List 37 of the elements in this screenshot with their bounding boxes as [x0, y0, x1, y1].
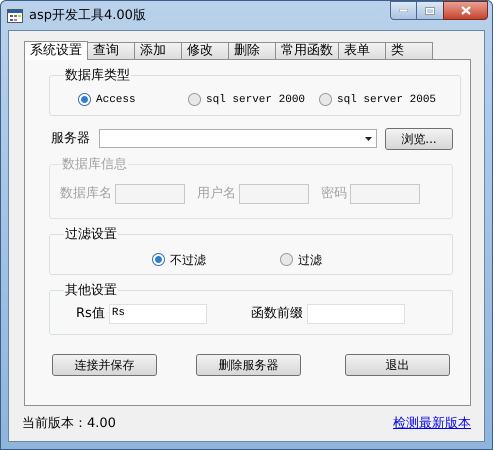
radio-option[interactable]: sql server 2000: [188, 92, 319, 108]
field-label: 函数前缀: [251, 304, 303, 323]
server-label: 服务器: [51, 130, 91, 148]
field-label: 用户名: [197, 184, 236, 203]
radio-option[interactable]: sql server 2005: [319, 92, 450, 108]
push-button[interactable]: 删除服务器: [196, 354, 301, 376]
tab[interactable]: 修改: [181, 42, 229, 59]
radio-label: sql server 2005: [337, 92, 436, 108]
field-label: 密码: [321, 184, 347, 203]
group-title: 其他设置: [64, 282, 118, 300]
group-title: 过滤设置: [64, 226, 118, 244]
field-value: Rs: [112, 306, 126, 322]
tab[interactable]: 查询: [87, 42, 135, 59]
radio-label: Access: [96, 92, 136, 108]
version-label: 当前版本：4.00: [22, 415, 116, 433]
radio-label: 过滤: [298, 252, 322, 268]
input-field[interactable]: Rs: [108, 304, 207, 324]
field-label: Rs值: [76, 304, 105, 323]
radio-option[interactable]: 不过滤: [152, 250, 280, 268]
tab[interactable]: 常用函数: [275, 42, 339, 59]
field-label: 数据库名: [60, 184, 112, 203]
tab[interactable]: 删除: [228, 42, 276, 59]
radio-option[interactable]: 过滤: [280, 250, 408, 268]
group-title: 数据库信息: [61, 156, 128, 174]
radio-option[interactable]: Access: [78, 92, 188, 108]
window-title: asp开发工具4.00版: [29, 6, 146, 25]
radio-label: 不过滤: [170, 252, 206, 268]
tab[interactable]: 类: [385, 42, 433, 59]
tab[interactable]: 添加: [134, 42, 182, 59]
group-title: 数据库类型: [64, 67, 131, 85]
radio-label: sql server 2000: [206, 92, 306, 108]
check-update-link[interactable]: 检测最新版本: [393, 414, 471, 434]
tab[interactable]: 系统设置: [24, 41, 88, 60]
push-button[interactable]: 连接并保存: [52, 354, 157, 376]
push-button[interactable]: 退出: [345, 354, 450, 376]
push-button[interactable]: 浏览...: [385, 128, 453, 150]
tab[interactable]: 表单: [338, 42, 386, 59]
